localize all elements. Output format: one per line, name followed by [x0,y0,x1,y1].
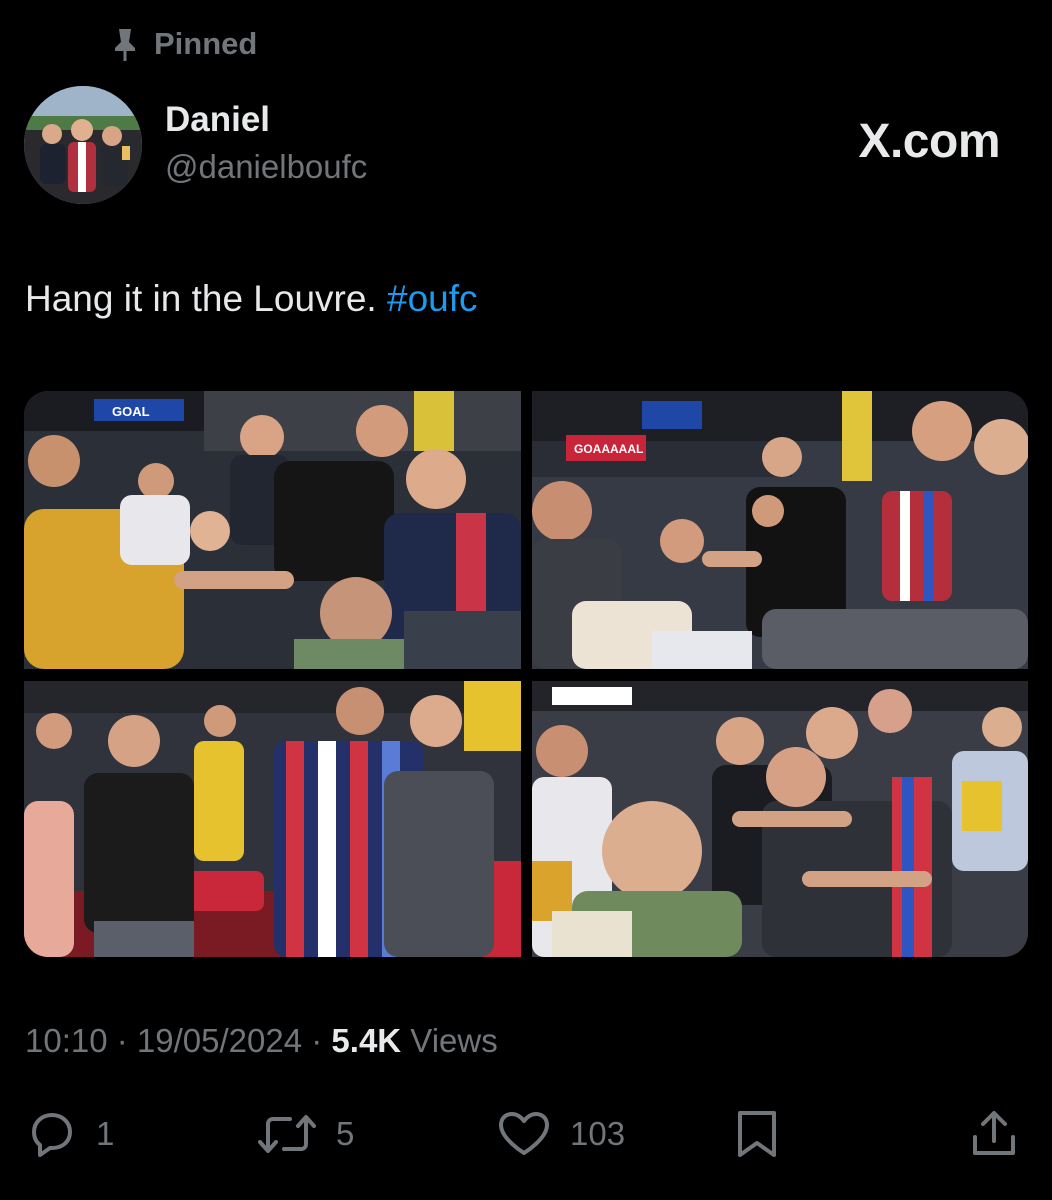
photo-1[interactable]: GOAL [24,391,521,669]
pinned-indicator: Pinned [112,24,257,64]
hashtag-link[interactable]: #oufc [387,278,478,319]
reply-button[interactable]: 1 [26,1108,114,1160]
photo-3[interactable] [24,681,521,957]
tweet-time[interactable]: 10:10 [25,1022,108,1059]
like-button[interactable]: 103 [496,1108,625,1160]
brand-wordmark: X.com [858,115,1000,168]
photo-1-board-text: GOAL [112,404,150,419]
repost-button[interactable]: 5 [256,1108,354,1160]
pinned-label: Pinned [154,26,258,61]
pin-icon [112,26,138,62]
bookmark-button[interactable] [734,1108,780,1160]
author-handle[interactable]: @danielboufc [165,148,367,186]
meta-separator: · [107,1022,137,1059]
tweet-body: Hang it in the Louvre. [25,278,377,319]
views-count: 5.4K [331,1022,402,1059]
photo-2-board-text: GOAAAAAL [574,442,643,456]
repost-count: 5 [336,1115,355,1152]
author-display-name[interactable]: Daniel [165,100,270,140]
share-icon [970,1109,1018,1159]
like-count: 103 [570,1115,626,1152]
bookmark-icon [734,1109,780,1159]
views-label: Views [401,1022,498,1059]
photo-2[interactable]: GOAAAAAL [532,391,1028,669]
heart-icon [496,1110,552,1158]
reply-icon [26,1110,78,1158]
tweet-meta: 10:10 · 19/05/2024 · 5.4K Views [25,1022,498,1060]
reply-count: 1 [96,1115,115,1152]
tweet-text: Hang it in the Louvre. #oufc [25,278,478,320]
photo-4[interactable] [532,681,1028,957]
repost-icon [256,1110,318,1158]
photo-grid: GOAL GOAAAAAL [24,391,1028,957]
action-bar: 1 5 103 [0,1108,1052,1160]
avatar[interactable] [24,86,142,204]
share-button[interactable] [970,1108,1018,1160]
meta-separator: · [302,1022,332,1059]
tweet-date[interactable]: 19/05/2024 [137,1022,302,1059]
